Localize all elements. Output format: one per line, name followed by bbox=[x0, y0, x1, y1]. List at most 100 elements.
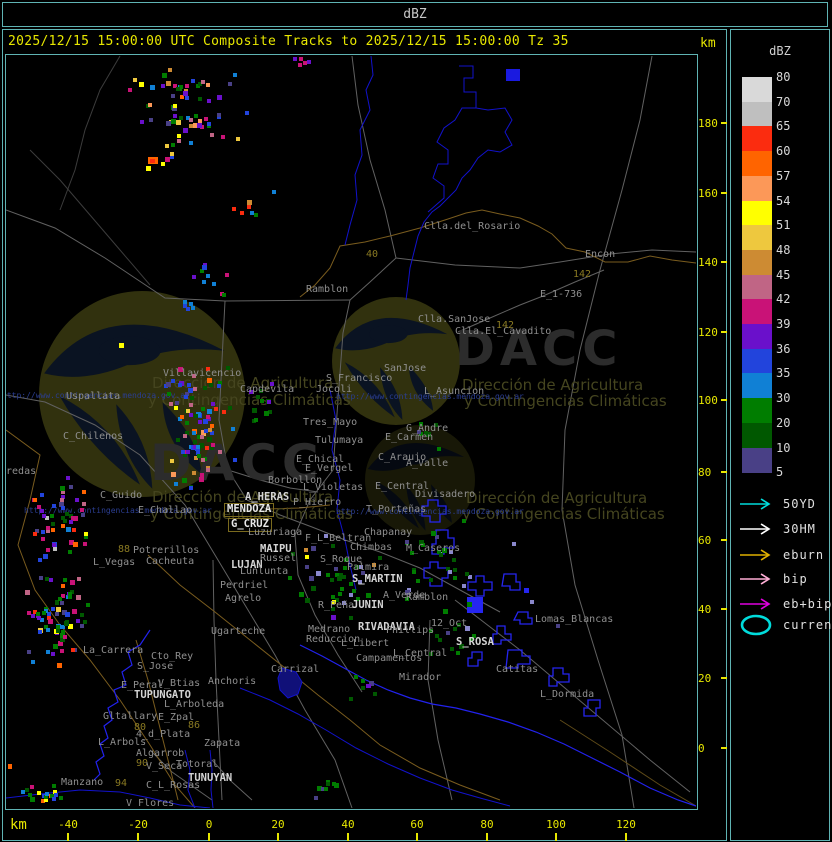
place-label: R_Peña bbox=[318, 600, 355, 611]
colorbar-block bbox=[742, 373, 772, 399]
place-label: Villavicencio bbox=[163, 368, 242, 379]
echo-pixel bbox=[199, 477, 204, 482]
echo-pixel bbox=[178, 383, 182, 387]
colorbar-value-label: 54 bbox=[776, 193, 791, 208]
place-label: Gltallary bbox=[103, 711, 158, 722]
echo-pixel bbox=[80, 508, 84, 512]
echo-pixel bbox=[212, 282, 216, 286]
echo-pixel bbox=[462, 584, 466, 588]
echo-pixel bbox=[82, 502, 86, 506]
echo-pixel bbox=[203, 386, 207, 390]
place-label: Mirador bbox=[399, 672, 442, 683]
legend-item-ebbip: eb+bip bbox=[739, 595, 832, 613]
echo-pixel bbox=[232, 207, 236, 211]
echo-pixel bbox=[207, 99, 211, 103]
echo-pixel bbox=[250, 211, 254, 215]
echo-pixel bbox=[207, 122, 211, 126]
echo-pixel bbox=[37, 791, 41, 795]
echo-pixel bbox=[366, 593, 371, 598]
echo-pixel bbox=[63, 578, 67, 582]
echo-pixel bbox=[240, 211, 244, 215]
echo-pixel bbox=[60, 498, 64, 502]
echo-pixel bbox=[233, 73, 237, 77]
echo-pixel bbox=[184, 395, 188, 399]
echo-pixel bbox=[222, 293, 226, 297]
y-axis-tick bbox=[721, 539, 727, 541]
timestamp-header: 2025/12/15 15:00:00 UTC Composite Tracks… bbox=[8, 34, 569, 49]
echo-pixel bbox=[416, 579, 420, 583]
x-axis-tick-label: -20 bbox=[128, 818, 148, 831]
colorbar-value-label: 80 bbox=[776, 70, 791, 84]
colorbar-block bbox=[742, 101, 772, 127]
echo-pixel bbox=[193, 387, 197, 391]
echo-pixel bbox=[49, 578, 53, 582]
echo-pixel bbox=[189, 413, 193, 417]
echo-pixel bbox=[214, 407, 218, 411]
echo-pixel bbox=[83, 542, 87, 546]
x-axis-tick bbox=[555, 833, 557, 841]
echo-pixel bbox=[46, 526, 50, 530]
place-label: Lomas_Blancas bbox=[535, 614, 614, 625]
echo-pixel bbox=[206, 468, 210, 472]
place-label: V_Btias bbox=[158, 678, 201, 689]
echo-pixel bbox=[189, 403, 193, 407]
echo-pixel bbox=[139, 82, 144, 87]
echo-pixel bbox=[326, 573, 330, 577]
echo-pixel bbox=[31, 660, 35, 664]
place-label: E_1-736 bbox=[540, 289, 583, 300]
place-label: Anchoris bbox=[208, 676, 257, 687]
echo-pixel bbox=[206, 83, 210, 87]
echo-pixel bbox=[60, 649, 64, 653]
echo-pixel bbox=[173, 104, 177, 108]
echo-pixel bbox=[83, 620, 87, 624]
place-label: Divisadero bbox=[415, 489, 476, 500]
echo-pixel bbox=[45, 792, 49, 796]
track-arrow-icon bbox=[740, 498, 771, 510]
echo-pixel bbox=[217, 113, 221, 117]
echo-pixel bbox=[354, 675, 358, 679]
echo-pixel bbox=[166, 382, 171, 387]
echo-pixel bbox=[168, 68, 172, 72]
place-label: Ramblon bbox=[306, 284, 349, 295]
echo-pixel bbox=[311, 546, 316, 551]
echo-pixel bbox=[55, 601, 59, 605]
echo-pixel bbox=[51, 607, 55, 611]
place-label: E_Vergel bbox=[305, 463, 354, 474]
echo-pixel bbox=[170, 152, 174, 156]
legend-item-label: 30HM bbox=[783, 522, 816, 536]
echo-pixel bbox=[272, 190, 276, 194]
echo-pixel bbox=[183, 91, 188, 96]
echo-pixel bbox=[53, 547, 57, 551]
echo-pixel bbox=[80, 613, 84, 617]
echo-pixel bbox=[25, 590, 30, 595]
route-number-label: 88 bbox=[118, 544, 131, 555]
colorbar-title: dBZ bbox=[769, 44, 791, 58]
track-arrow-icon bbox=[740, 523, 771, 535]
echo-pixel bbox=[330, 578, 334, 582]
echo-pixel bbox=[264, 411, 269, 416]
colorbar-block bbox=[742, 200, 772, 226]
y-axis-tick bbox=[721, 261, 727, 263]
colorbar-block bbox=[742, 249, 772, 276]
echo-pixel bbox=[378, 556, 382, 560]
place-label: 12_Oct bbox=[431, 618, 468, 629]
echo-pixel bbox=[28, 793, 32, 797]
place-label: Lunlunta bbox=[240, 566, 289, 577]
echo-pixel bbox=[38, 558, 42, 562]
echo-pixel bbox=[149, 118, 153, 122]
colorbar-value-label: 45 bbox=[776, 267, 791, 282]
echo-pixel bbox=[25, 788, 29, 792]
track-arrow-icon bbox=[740, 549, 771, 561]
echo-pixel bbox=[48, 619, 53, 624]
place-label: Luzuriaga bbox=[248, 527, 303, 538]
echo-pixel bbox=[446, 631, 450, 635]
x-axis-tick-label: 100 bbox=[546, 818, 566, 831]
colorbar-value-label: 60 bbox=[776, 144, 791, 159]
radar-map[interactable]: DACC DACC Dirección de Agricultura y Contin… bbox=[6, 55, 696, 808]
echo-pixel bbox=[63, 635, 67, 639]
x-axis-tick bbox=[277, 833, 279, 841]
echo-pixel bbox=[52, 797, 56, 801]
city-label: S_MARTIN bbox=[352, 573, 403, 585]
echo-pixel bbox=[181, 450, 185, 454]
legend-item-label: eburn bbox=[783, 548, 825, 562]
